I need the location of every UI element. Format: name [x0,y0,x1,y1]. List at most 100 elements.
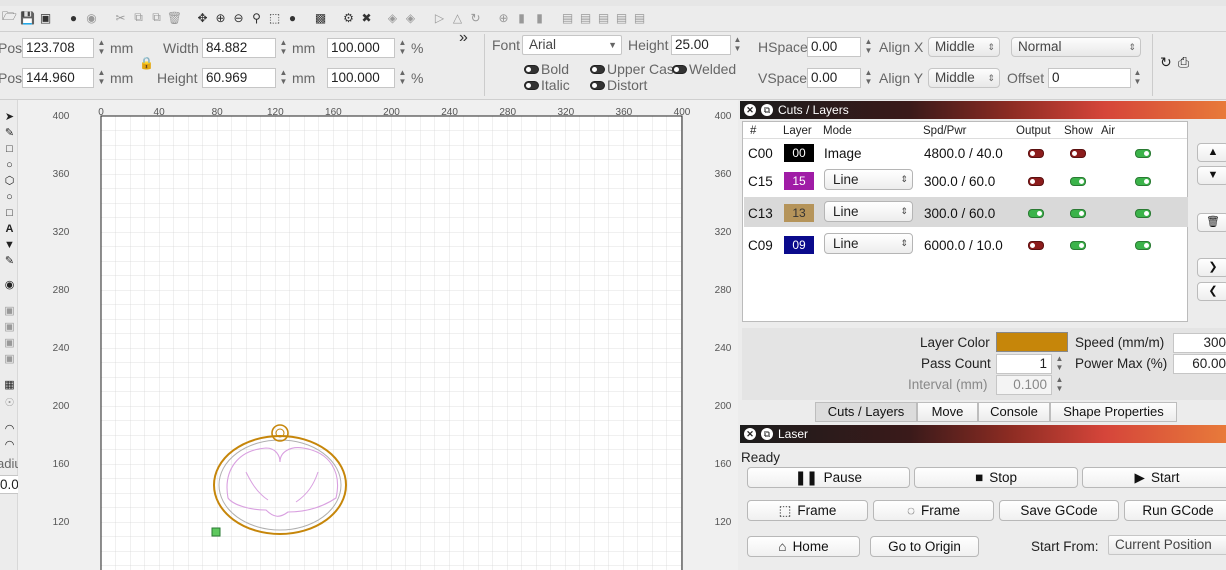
align-top-icon[interactable]: ▤ [578,10,593,25]
align-center-icon[interactable]: ⊕ [496,10,511,25]
expand-right-button[interactable]: ❯ [1197,258,1226,277]
tools-icon[interactable]: ✖ [359,10,374,25]
output-toggle[interactable] [1028,149,1044,158]
boolean-union-icon[interactable]: ▣ [3,304,16,317]
zoom-out-icon[interactable]: ⊖ [231,10,246,25]
restore-icon[interactable]: ⧉ [761,428,773,440]
boolean-intersect-icon[interactable]: ▣ [3,336,16,349]
width-field[interactable]: 84.882 [202,38,276,58]
grid-array-icon[interactable]: ▦ [3,378,16,391]
hspace-stepper[interactable]: ▲ ▼ [864,37,873,57]
show-toggle[interactable] [1070,209,1086,218]
layer-color-swatch[interactable] [996,332,1068,352]
edit-pen-icon[interactable]: ✎ [3,126,16,139]
pause-button[interactable]: ❚❚ Pause [747,467,910,488]
camera-icon[interactable]: ● [285,10,300,25]
ellipse-icon[interactable]: ○ [3,158,16,171]
device-icon[interactable]: ◉ [84,10,99,25]
italic-toggle[interactable] [524,81,539,90]
round-corner-icon[interactable]: ◠ [3,438,16,451]
offset-field[interactable]: 0 [1048,68,1131,88]
tab-move[interactable]: Move [917,402,978,422]
show-toggle[interactable] [1070,241,1086,250]
pass-count-field[interactable]: 1 [996,354,1052,374]
run-gcode-button[interactable]: Run GCode [1124,500,1226,521]
mode-select[interactable]: Line ⇕ [824,233,913,254]
distribute-h-icon[interactable]: ▤ [632,10,647,25]
start-button[interactable]: ▶ Start [1082,467,1226,488]
speed-field[interactable]: 300 [1173,333,1226,353]
offset-stepper[interactable]: ▲ ▼ [1133,68,1142,88]
text-height-stepper[interactable]: ▲ ▼ [733,35,742,55]
layer-swatch[interactable]: 00 [784,144,814,162]
text-tool-icon[interactable]: A [3,222,16,235]
printer-icon[interactable]: ⎙ [1178,54,1189,71]
pos-x-stepper[interactable]: ▲ ▼ [97,38,106,58]
mirror-h-icon[interactable]: ▷ [432,10,447,25]
height-field[interactable]: 60.969 [202,68,276,88]
more-chevron-icon[interactable]: » [459,29,468,47]
offset-icon[interactable]: ◉ [3,278,16,291]
vspace-stepper[interactable]: ▲ ▼ [864,68,873,88]
pos-y-stepper[interactable]: ▲ ▼ [97,68,106,88]
select-arrow-icon[interactable]: ➤ [3,110,16,123]
go-to-origin-button[interactable]: Go to Origin [870,536,979,557]
weld-icon[interactable]: ▣ [3,352,16,365]
collapse-left-button[interactable]: ❮ [1197,282,1226,301]
interval-field[interactable]: 0.100 [996,375,1052,395]
start-from-select[interactable]: Current Position [1108,535,1226,555]
table-row[interactable]: C13 13 Line ⇕ 300.0 / 60.0 [744,197,1188,227]
output-toggle[interactable] [1028,241,1044,250]
tab-console[interactable]: Console [978,402,1050,422]
pos-x-field[interactable]: 123.708 [22,38,94,58]
upper-case-toggle[interactable] [590,65,605,74]
show-toggle[interactable] [1070,177,1086,186]
distribute-icon[interactable]: ▤ [614,10,629,25]
table-row[interactable]: C00 00 Image 4800.0 / 40.0 [744,138,1188,168]
air-toggle[interactable] [1135,177,1151,186]
mode-select[interactable]: Line ⇕ [824,169,913,190]
align-right-icon[interactable]: ▮ [532,10,547,25]
align-y-select[interactable]: Middle ⇕ [928,68,1000,88]
frame-circle-button[interactable]: ◌ Frame [873,500,994,521]
restore-icon[interactable]: ⧉ [761,104,773,116]
mode-select[interactable]: Line ⇕ [824,201,913,222]
zoom-selection-icon[interactable]: ⬚ [267,10,282,25]
width-stepper[interactable]: ▲ ▼ [279,38,288,58]
rotate-icon[interactable]: ↻ [468,10,483,25]
refresh-icon[interactable]: ↻ [1160,54,1172,71]
hspace-field[interactable]: 0.00 [807,37,861,57]
pan-icon[interactable]: ✥ [195,10,210,25]
delete-layer-button[interactable]: 🗑 [1197,213,1226,232]
import-icon[interactable]: ▣ [38,10,53,25]
stop-button[interactable]: ■ Stop [914,467,1078,488]
copy-icon[interactable]: ⧉ [131,10,146,25]
rectangle-icon[interactable]: □ [3,142,16,155]
air-toggle[interactable] [1135,241,1151,250]
close-icon[interactable]: ✕ [744,428,756,440]
pass-count-stepper[interactable]: ▲ ▼ [1055,354,1064,374]
home-button[interactable]: ⌂ Home [747,536,860,557]
pos-y-field[interactable]: 144.960 [22,68,94,88]
save-icon[interactable]: 💾 [20,10,35,25]
bold-toggle[interactable] [524,65,539,74]
align-x-select[interactable]: Middle ⇕ [928,37,1000,57]
measure-icon[interactable]: ✎ [3,254,16,267]
power-max-field[interactable]: 60.00 [1173,354,1226,374]
boolean-subtract-icon[interactable]: ▣ [3,320,16,333]
scale-height-stepper[interactable]: ▲ ▼ [398,68,407,88]
circular-array-icon[interactable]: ☉ [3,396,16,409]
polyline-icon[interactable]: □ [3,206,16,219]
align-bottom-icon[interactable]: ▤ [596,10,611,25]
output-toggle[interactable] [1028,209,1044,218]
tab-shape-properties[interactable]: Shape Properties [1050,402,1177,422]
save-gcode-button[interactable]: Save GCode [999,500,1119,521]
polygon-icon[interactable]: ⬡ [3,174,16,187]
interval-stepper[interactable]: ▲ ▼ [1055,375,1064,395]
corner-icon[interactable]: ◠ [3,422,16,435]
settings-disc-icon[interactable]: ● [66,10,81,25]
layer-swatch[interactable]: 15 [784,172,814,190]
show-toggle[interactable] [1070,149,1086,158]
close-icon[interactable]: ✕ [744,104,756,116]
output-toggle[interactable] [1028,177,1044,186]
